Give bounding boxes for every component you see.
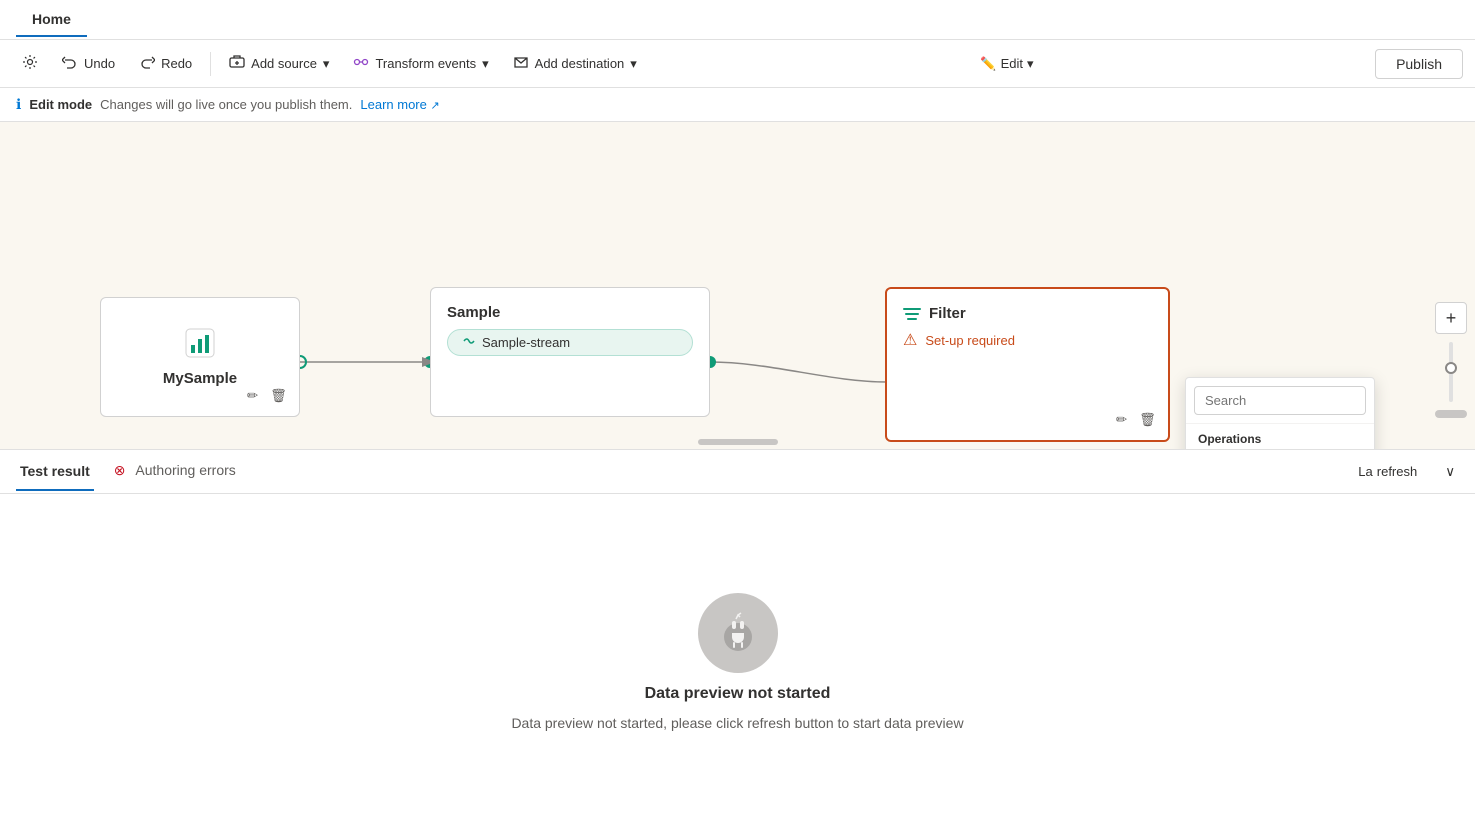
node-mysample[interactable]: MySample ✏ 🗑: [100, 297, 300, 417]
canvas-scrollbar[interactable]: [698, 439, 778, 445]
bottom-tabs: Test result ⊗ Authoring errors La refres…: [0, 450, 1475, 494]
main-layout: MySample ✏ 🗑 Sample Sample-stream: [0, 122, 1475, 829]
tab-test-result[interactable]: Test result: [16, 453, 94, 491]
plug-icon: [716, 611, 760, 655]
edit-button[interactable]: ✏️ Edit ▾: [968, 50, 1045, 78]
zoom-track: [1449, 342, 1453, 402]
transform-chevron: ▾: [482, 56, 489, 72]
filter-header: Filter: [903, 305, 1152, 322]
info-bar: ℹ Edit mode Changes will go live once yo…: [0, 88, 1475, 122]
bottom-panel: Test result ⊗ Authoring errors La refres…: [0, 449, 1475, 829]
canvas-area[interactable]: MySample ✏ 🗑 Sample Sample-stream: [0, 122, 1475, 449]
empty-state: Data preview not started Data preview no…: [0, 494, 1475, 829]
mysample-actions: ✏ 🗑: [245, 386, 289, 406]
add-destination-chevron: ▾: [630, 56, 637, 72]
dropdown-search-input[interactable]: [1194, 386, 1366, 415]
external-link-icon: ↗: [430, 100, 439, 112]
stream-icon: [462, 334, 476, 351]
add-source-chevron: ▾: [323, 56, 330, 72]
undo-button[interactable]: Undo: [52, 48, 125, 79]
sample-title: Sample: [447, 304, 693, 321]
refresh-chevron[interactable]: ∨: [1441, 460, 1459, 484]
settings-button[interactable]: [12, 48, 48, 79]
warning-icon: ⚠: [903, 330, 917, 350]
la-label: La: [1358, 464, 1372, 479]
filter-delete-button[interactable]: 🗑: [1137, 410, 1158, 430]
filter-lines-icon: [903, 308, 921, 320]
pencil-icon: ✏️: [980, 56, 996, 72]
mysample-edit-button[interactable]: ✏: [245, 386, 260, 406]
info-message: Changes will go live once you publish th…: [100, 97, 352, 112]
info-icon: ℹ: [16, 96, 21, 113]
refresh-button[interactable]: La refresh: [1350, 460, 1425, 483]
mode-label: Edit mode: [29, 97, 92, 112]
add-destination-icon: [513, 54, 529, 73]
operations-dropdown: Operations Σ Aggregate Expand: [1185, 377, 1375, 449]
filter-title: Filter: [929, 305, 966, 322]
empty-title: Data preview not started: [645, 685, 831, 703]
gear-icon: [22, 54, 38, 73]
transform-icon: [353, 54, 369, 73]
node-filter[interactable]: Filter ⚠ Set-up required ✏ 🗑: [885, 287, 1170, 442]
transform-events-button[interactable]: Transform events ▾: [343, 48, 498, 79]
filter-edit-button[interactable]: ✏: [1114, 410, 1129, 430]
publish-button[interactable]: Publish: [1375, 49, 1463, 79]
filter-actions: ✏ 🗑: [1114, 410, 1158, 430]
add-destination-button[interactable]: Add destination ▾: [503, 48, 647, 79]
empty-subtitle: Data preview not started, please click r…: [511, 715, 963, 731]
zoom-controls: +: [1435, 302, 1467, 418]
tab-bar: Home: [0, 0, 1475, 40]
redo-button[interactable]: Redo: [129, 48, 202, 79]
empty-icon-container: [698, 593, 778, 673]
error-circle-icon: ⊗: [114, 462, 126, 478]
dropdown-search-container: [1186, 378, 1374, 424]
redo-icon: [139, 54, 155, 73]
add-source-button[interactable]: Add source ▾: [219, 48, 339, 79]
zoom-thumb: [1445, 362, 1457, 374]
tab-authoring-errors[interactable]: ⊗ Authoring errors: [110, 452, 240, 491]
divider-1: [210, 52, 211, 76]
mysample-title: MySample: [163, 370, 237, 387]
tab-home[interactable]: Home: [16, 3, 87, 37]
edit-chevron: ▾: [1027, 56, 1034, 72]
add-source-icon: [229, 54, 245, 73]
mysample-icon: [184, 327, 216, 362]
setup-required: ⚠ Set-up required: [903, 330, 1152, 350]
undo-icon: [62, 54, 78, 73]
operations-section-label: Operations: [1186, 424, 1374, 449]
mysample-delete-button[interactable]: 🗑: [268, 386, 289, 406]
learn-more-link[interactable]: Learn more ↗: [360, 97, 439, 112]
zoom-in-button[interactable]: +: [1435, 302, 1467, 334]
node-sample[interactable]: Sample Sample-stream: [430, 287, 710, 417]
sample-stream-chip: Sample-stream: [447, 329, 693, 356]
zoom-scroll: [1435, 410, 1467, 418]
toolbar: Undo Redo Add source ▾: [0, 40, 1475, 88]
